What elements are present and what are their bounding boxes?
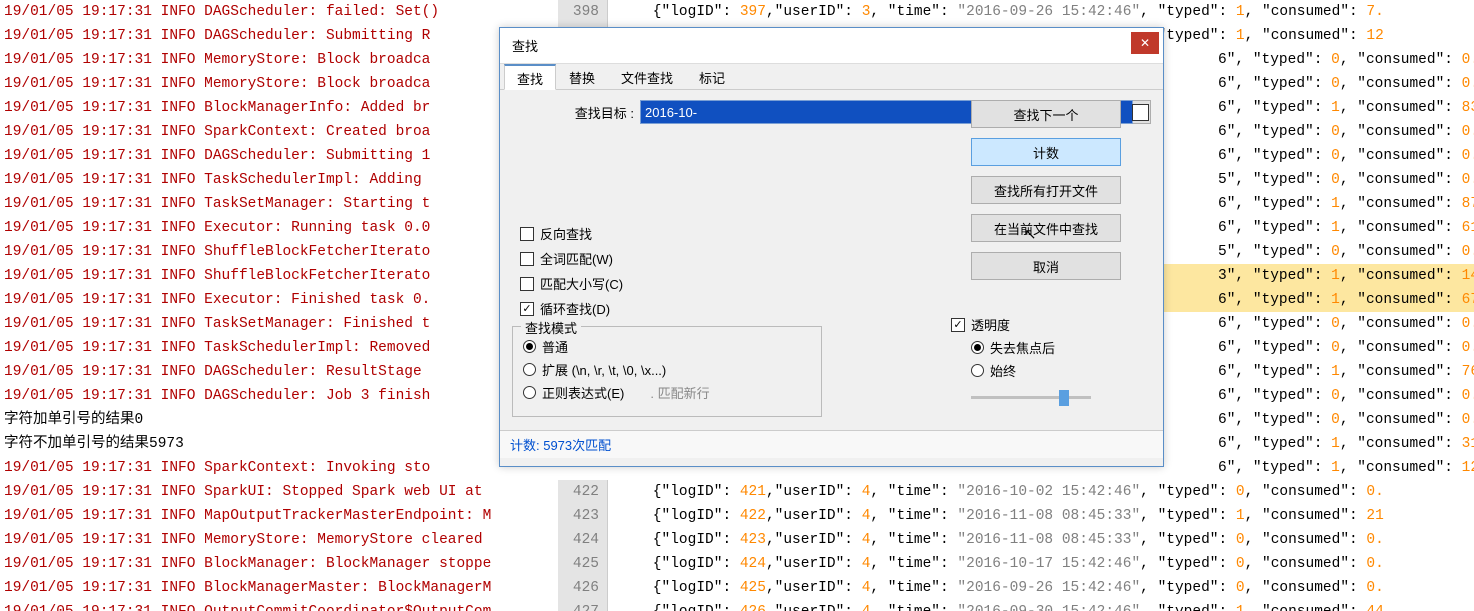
tab-mark[interactable]: 标记 bbox=[686, 64, 738, 89]
find-all-open-button[interactable]: 查找所有打开文件 bbox=[971, 176, 1121, 204]
dialog-tabs: 查找 替换 文件查找 标记 bbox=[500, 64, 1163, 90]
tab-replace[interactable]: 替换 bbox=[556, 64, 608, 89]
search-mode-group: 查找模式 普通 扩展 (\n, \r, \t, \0, \x...) 正则表达式… bbox=[512, 326, 822, 417]
cancel-button[interactable]: 取消 bbox=[971, 252, 1121, 280]
mode-regex-radio[interactable]: 正则表达式(E). 匹配新行 bbox=[523, 383, 811, 402]
transparency-check[interactable]: ✓透明度 bbox=[951, 315, 1121, 334]
mode-ext-radio[interactable]: 扩展 (\n, \r, \t, \0, \x...) bbox=[523, 360, 811, 379]
tab-find[interactable]: 查找 bbox=[504, 64, 556, 90]
count-button[interactable]: 计数 bbox=[971, 138, 1121, 166]
dialog-statusbar: 计数: 5973次匹配 bbox=[500, 430, 1163, 458]
transparency-group: ✓透明度 失去焦点后 始终 bbox=[951, 315, 1121, 406]
tab-find-in-files[interactable]: 文件查找 bbox=[608, 64, 686, 89]
close-icon[interactable]: ✕ bbox=[1131, 32, 1159, 54]
find-dialog: 查找 ✕ 查找 替换 文件查找 标记 查找目标 : ▾ 查找下一个 计数 查找所… bbox=[499, 27, 1164, 467]
transparency-slider[interactable] bbox=[971, 388, 1091, 406]
mode-normal-radio[interactable]: 普通 bbox=[523, 337, 811, 356]
left-log-pane[interactable]: 19/01/05 19:17:31 INFO DAGScheduler: fai… bbox=[0, 0, 558, 611]
dialog-title: 查找 bbox=[512, 36, 538, 55]
pin-checkbox[interactable] bbox=[1132, 104, 1149, 121]
trans-always-radio[interactable]: 始终 bbox=[971, 361, 1121, 380]
search-label: 查找目标 : bbox=[512, 103, 640, 122]
dialog-titlebar[interactable]: 查找 ✕ bbox=[500, 28, 1163, 64]
find-next-button[interactable]: 查找下一个 bbox=[971, 100, 1121, 128]
find-in-current-button[interactable]: 在当前文件中查找 bbox=[971, 214, 1121, 242]
trans-onblur-radio[interactable]: 失去焦点后 bbox=[971, 338, 1121, 357]
